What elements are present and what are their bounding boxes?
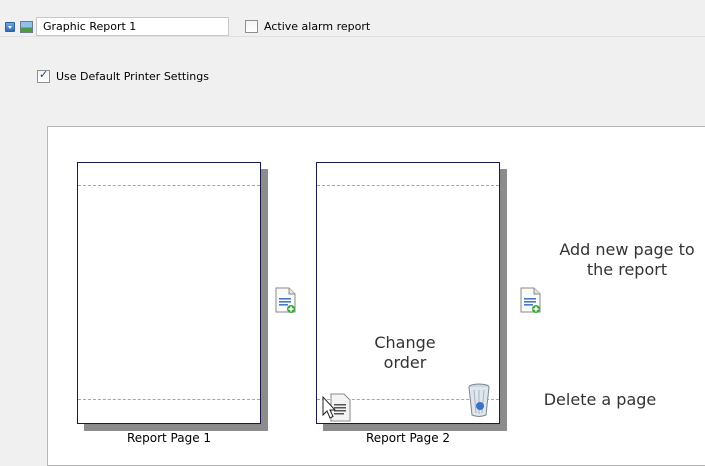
add-page-icon[interactable] bbox=[520, 287, 541, 313]
collapse-toggle-icon[interactable] bbox=[5, 22, 15, 32]
add-page-icon[interactable] bbox=[275, 287, 296, 313]
graphic-report-icon bbox=[20, 21, 33, 33]
page-label-2: Report Page 2 bbox=[365, 431, 451, 445]
reorder-page-icon[interactable] bbox=[321, 393, 357, 423]
report-page-1[interactable] bbox=[77, 162, 261, 424]
page-header-guide bbox=[78, 185, 260, 186]
page-header-guide bbox=[317, 185, 499, 186]
active-alarm-checkbox[interactable] bbox=[245, 20, 258, 33]
delete-page-annotation: Delete a page bbox=[543, 390, 657, 409]
page-label-1: Report Page 1 bbox=[126, 431, 212, 445]
add-page-annotation: Add new page to the report bbox=[559, 240, 695, 279]
report-toolbar: Graphic Report 1 Active alarm report bbox=[0, 0, 705, 37]
page-footer-guide bbox=[78, 399, 260, 400]
report-name-field[interactable]: Graphic Report 1 bbox=[36, 17, 229, 36]
default-printer-checkbox[interactable] bbox=[37, 68, 50, 83]
change-order-annotation: Change order bbox=[374, 333, 436, 372]
active-alarm-label: Active alarm report bbox=[264, 20, 371, 33]
default-printer-label: Use Default Printer Settings bbox=[56, 70, 209, 83]
recycle-bin-icon[interactable] bbox=[466, 382, 492, 418]
